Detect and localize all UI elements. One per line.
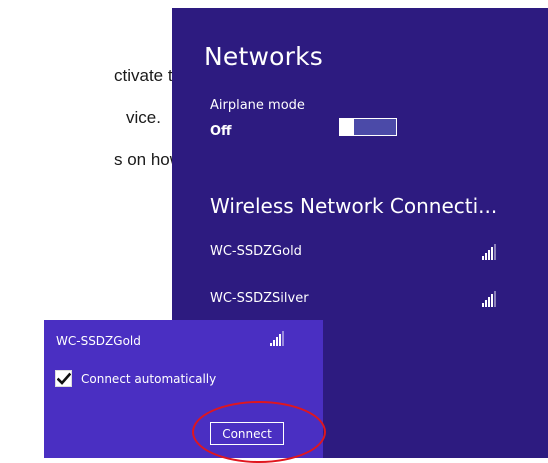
toggle-thumb (340, 119, 354, 135)
airplane-mode-value: Off (210, 124, 232, 139)
network-name: WC-SSDZSilver (210, 291, 309, 306)
connect-button[interactable]: Connect (210, 422, 284, 445)
network-item-wc-ssdzsilver[interactable]: WC-SSDZSilver (210, 291, 309, 306)
wifi-signal-icon (482, 242, 500, 260)
connect-popup: WC-SSDZGold Connect automatically Connec… (44, 320, 323, 458)
panel-title: Networks (204, 42, 324, 71)
doc-text-line: vice. (126, 108, 161, 127)
checkmark-icon (57, 372, 71, 385)
network-name: WC-SSDZGold (210, 244, 302, 259)
airplane-mode-toggle[interactable] (339, 118, 397, 136)
wifi-signal-icon (270, 330, 286, 346)
wireless-section-title: Wireless Network Connecti... (210, 194, 498, 218)
connect-automatically-checkbox[interactable] (55, 370, 72, 387)
wifi-signal-icon (482, 289, 500, 307)
network-item-wc-ssdzgold[interactable]: WC-SSDZGold (210, 244, 302, 259)
connect-automatically-label: Connect automatically (81, 372, 217, 386)
airplane-mode-label: Airplane mode (210, 98, 305, 113)
popup-network-name: WC-SSDZGold (56, 334, 141, 348)
